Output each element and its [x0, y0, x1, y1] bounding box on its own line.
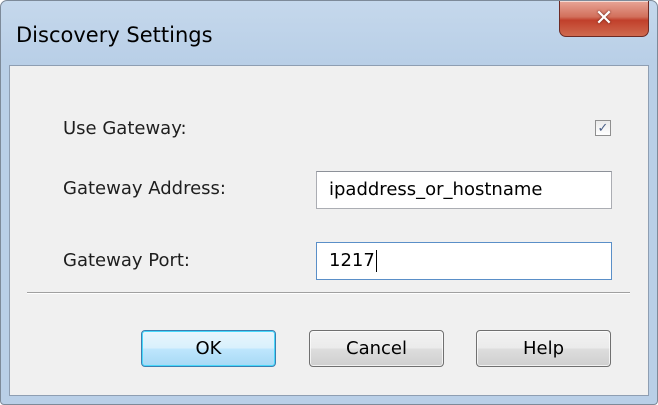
use-gateway-label: Use Gateway:: [63, 118, 187, 139]
gateway-port-input[interactable]: 1217: [316, 242, 612, 280]
text-caret: [375, 250, 377, 272]
checkmark-icon: ✓: [597, 120, 609, 136]
gateway-address-input[interactable]: ipaddress_or_hostname: [316, 171, 612, 209]
gateway-port-value: 1217: [329, 250, 375, 271]
close-button[interactable]: ✕: [559, 1, 649, 37]
close-icon: ✕: [594, 5, 614, 31]
window-title: Discovery Settings: [16, 23, 213, 47]
ok-button[interactable]: OK: [141, 330, 276, 367]
help-button[interactable]: Help: [476, 330, 611, 367]
gateway-address-label: Gateway Address:: [63, 178, 226, 199]
use-gateway-checkbox[interactable]: ✓: [595, 120, 611, 136]
gateway-port-label: Gateway Port:: [63, 250, 190, 271]
dialog-body: Use Gateway: ✓ Gateway Address: ipaddres…: [9, 65, 649, 396]
separator: [27, 292, 630, 294]
cancel-button[interactable]: Cancel: [309, 330, 444, 367]
discovery-settings-dialog: Discovery Settings ✕ Use Gateway: ✓ Gate…: [0, 0, 658, 405]
title-bar[interactable]: Discovery Settings ✕: [1, 1, 657, 65]
